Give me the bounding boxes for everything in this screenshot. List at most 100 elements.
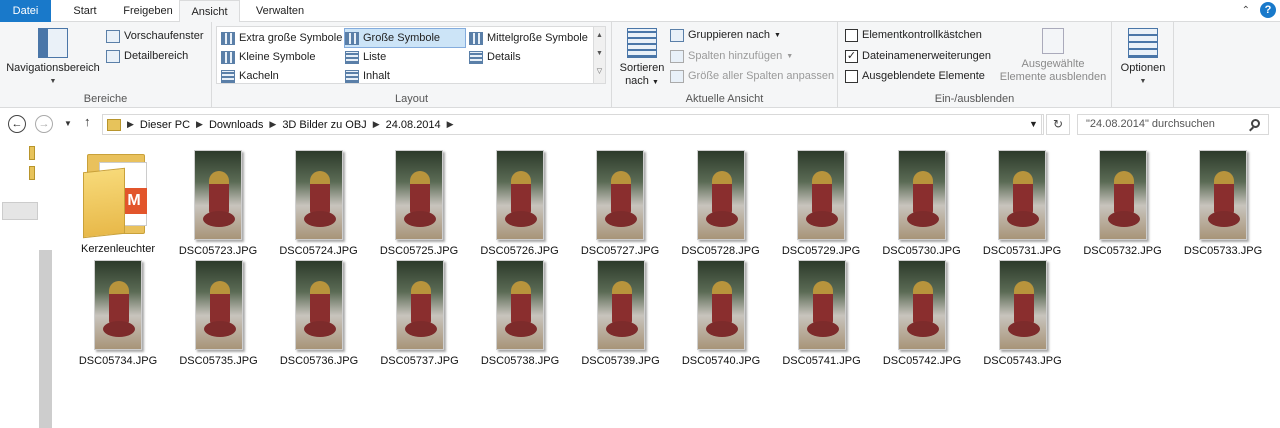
hide-selected-button[interactable]: Ausgewählte Elemente ausblenden [998,28,1108,84]
image-thumbnail [495,150,544,240]
tab-start[interactable]: Start [56,0,114,22]
layout-details[interactable]: Details [469,48,521,66]
navigation-pane-button[interactable]: Navigationsbereich ▼ [6,28,100,88]
image-file-item[interactable]: DSC05734.JPG [68,260,168,367]
navigation-pane [0,140,52,428]
recent-locations-icon[interactable]: ▼ [64,119,72,128]
file-name: DSC05731.JPG [982,245,1062,257]
group-label-layout: Layout [394,93,429,105]
image-file-item[interactable]: DSC05728.JPG [671,150,771,257]
layout-list[interactable]: Liste [345,48,386,66]
image-file-item[interactable]: DSC05723.JPG [168,150,268,257]
chevron-right-icon[interactable]: ▶ [373,119,380,130]
image-file-item[interactable]: DSC05729.JPG [771,150,871,257]
image-file-item[interactable]: DSC05737.JPG [370,260,470,367]
nav-selected-item[interactable] [2,202,38,220]
small-icons-icon [221,50,235,64]
checkbox-file-extensions[interactable]: ✓ [845,49,858,63]
folder-item-kerzenleuchter[interactable]: M Kerzenleuchter [68,148,168,255]
breadcrumb-3d-bilder[interactable]: 3D Bilder zu OBJ [282,119,366,131]
gallery-scrollbar[interactable]: ▲ ▼ ▽ [593,27,605,83]
tab-verwalten[interactable]: Verwalten [244,0,316,22]
hide-selected-icon [1042,28,1064,54]
preview-pane-button[interactable]: Vorschaufenster [106,27,204,45]
chevron-right-icon[interactable]: ▶ [127,119,134,130]
chevron-right-icon[interactable]: ▶ [269,119,276,130]
add-columns-button[interactable]: Spalten hinzufügen ▼ [670,47,793,65]
image-file-item[interactable]: DSC05740.JPG [671,260,771,367]
sort-by-button[interactable]: Sortieren nach ▼ [616,28,668,89]
options-button[interactable]: Optionen ▼ [1116,28,1170,88]
details-pane-button[interactable]: Detailbereich [106,47,188,65]
layout-extra-large-icons[interactable]: Extra große Symbole [221,29,342,47]
image-file-item[interactable]: DSC05727.JPG [570,150,670,257]
search-input[interactable]: "24.08.2014" durchsuchen [1077,114,1269,135]
image-file-item[interactable]: DSC05736.JPG [269,260,369,367]
image-file-item[interactable]: DSC05742.JPG [872,260,972,367]
group-label-show-hide: Ein-/ausblenden [934,93,1015,105]
nav-folder-icon[interactable] [29,146,35,160]
tab-ansicht[interactable]: Ansicht [179,0,240,23]
refresh-button[interactable]: ↻ [1046,114,1070,135]
chevron-right-icon[interactable]: ▶ [447,119,454,130]
layout-tiles[interactable]: Kacheln [221,67,279,85]
group-current-view: Sortieren nach ▼ Gruppieren nach ▼ Spalt… [612,22,838,108]
file-extensions-toggle[interactable]: ✓ Dateinamenerweiterungen [845,47,991,65]
image-thumbnail [797,150,845,240]
tab-freigeben[interactable]: Freigeben [114,0,182,22]
help-icon[interactable]: ? [1260,2,1276,18]
image-thumbnail [596,150,644,240]
image-thumbnail [294,150,343,240]
hidden-items-toggle[interactable]: Ausgeblendete Elemente [845,67,985,85]
image-file-item[interactable]: DSC05735.JPG [169,260,269,367]
up-arrow-icon[interactable]: ↑ [84,114,91,129]
image-file-item[interactable]: DSC05726.JPG [470,150,570,257]
image-thumbnail [898,260,946,350]
group-by-button[interactable]: Gruppieren nach ▼ [670,26,781,44]
breadcrumb-downloads[interactable]: Downloads [209,119,263,131]
layout-medium-icons[interactable]: Mittelgroße Symbole [469,29,588,47]
image-file-item[interactable]: DSC05731.JPG [972,150,1072,257]
image-file-item[interactable]: DSC05730.JPG [872,150,972,257]
item-checkboxes-toggle[interactable]: Elementkontrollkästchen [845,26,982,44]
search-icon [1251,119,1260,128]
image-file-item[interactable]: DSC05743.JPG [973,260,1073,367]
back-button[interactable]: ← [8,115,26,133]
checkbox-item-checkboxes[interactable] [845,28,858,42]
details-icon [469,50,483,64]
forward-button[interactable]: → [35,115,53,133]
chevron-right-icon[interactable]: ▶ [196,119,203,130]
image-thumbnail [696,150,745,240]
image-thumbnail [1199,150,1247,240]
navigation-pane-icon [38,28,68,58]
image-file-item[interactable]: DSC05738.JPG [470,260,570,367]
layout-small-icons[interactable]: Kleine Symbole [221,48,315,66]
fit-columns-button[interactable]: Größe aller Spalten anpassen [670,67,834,85]
image-file-item[interactable]: DSC05725.JPG [369,150,469,257]
layout-large-icons[interactable]: Große Symbole [344,28,466,48]
nav-folder-icon[interactable] [29,166,35,180]
image-thumbnail [395,260,444,350]
tiles-icon [221,69,235,83]
breadcrumb-date-folder[interactable]: 24.08.2014 [386,119,441,131]
file-name: DSC05735.JPG [179,355,258,367]
group-label-current-view: Aktuelle Ansicht [685,93,764,105]
breadcrumb-dieser-pc[interactable]: Dieser PC [140,119,190,131]
group-label-bereiche: Bereiche [83,93,128,105]
fit-columns-icon [670,69,684,83]
image-file-item[interactable]: DSC05732.JPG [1073,150,1173,257]
collapse-ribbon-icon[interactable]: ⌃ [1242,5,1250,16]
image-thumbnail [998,260,1047,350]
checkbox-hidden-items[interactable] [845,69,858,83]
layout-content[interactable]: Inhalt [345,67,390,85]
nav-pane-scrollbar[interactable] [39,250,52,428]
tab-datei[interactable]: Datei [0,0,51,22]
image-file-item[interactable]: DSC05739.JPG [571,260,671,367]
ribbon-tab-bar: Datei Start Freigeben Ansicht Verwalten … [0,0,1280,23]
image-file-item[interactable]: DSC05733.JPG [1173,150,1273,257]
image-file-item[interactable]: DSC05724.JPG [269,150,369,257]
address-dropdown[interactable]: ▼ [1024,114,1044,135]
image-file-item[interactable]: DSC05741.JPG [772,260,872,367]
group-show-hide: Elementkontrollkästchen ✓ Dateinamenerwe… [838,22,1112,108]
address-bar[interactable]: ▶ Dieser PC ▶ Downloads ▶ 3D Bilder zu O… [102,114,1042,135]
